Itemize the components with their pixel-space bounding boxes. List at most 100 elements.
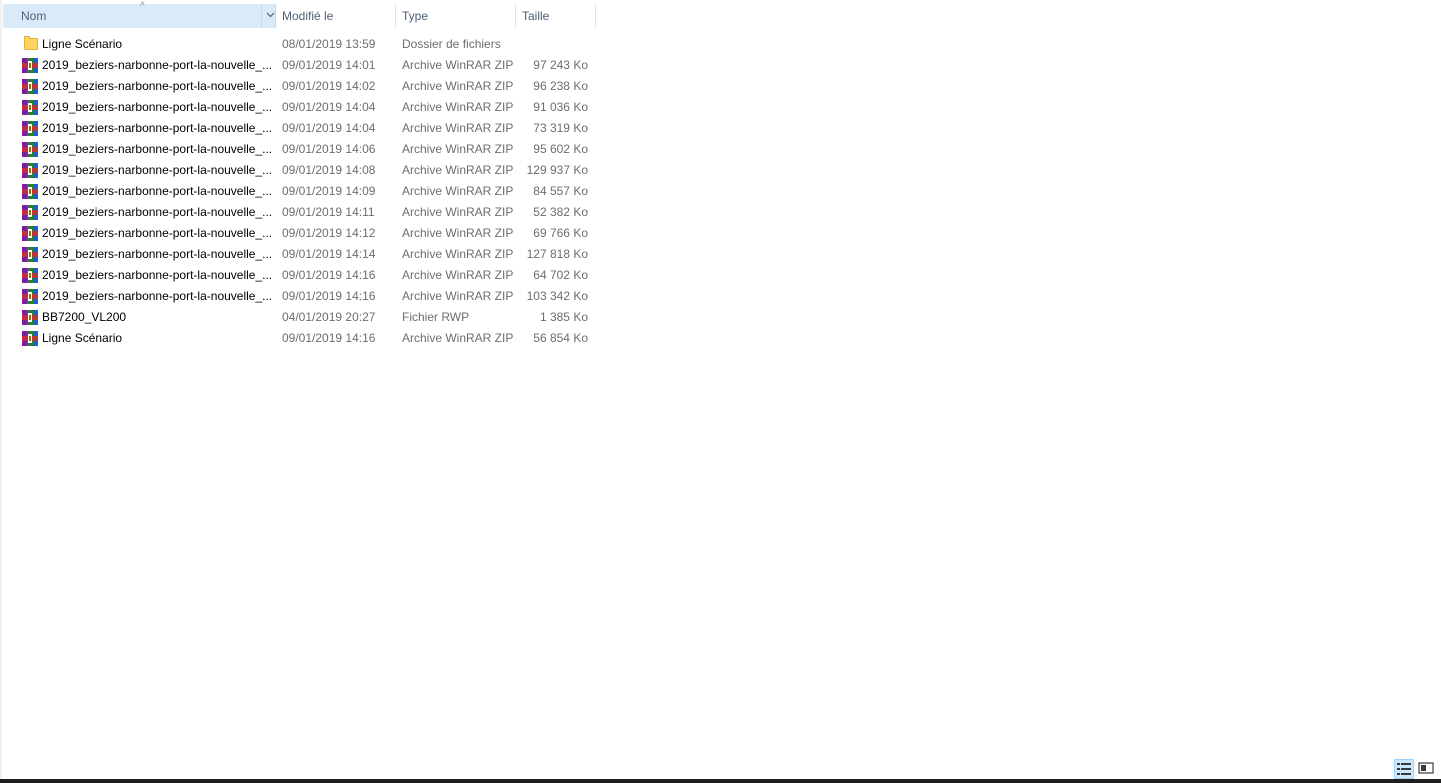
file-type: Archive WinRAR ZIP	[402, 79, 514, 93]
winrar-archive-icon	[22, 244, 38, 265]
file-type: Archive WinRAR ZIP	[402, 331, 514, 345]
file-modified-date: 09/01/2019 14:04	[282, 121, 376, 135]
file-type: Archive WinRAR ZIP	[402, 205, 514, 219]
file-row[interactable]: 2019_beziers-narbonne-port-la-nouvelle_.…	[3, 55, 597, 76]
winrar-archive-icon	[22, 307, 38, 328]
winrar-archive-icon	[22, 328, 38, 349]
column-header-size[interactable]: Taille	[516, 4, 596, 28]
sort-ascending-icon: ^	[140, 1, 145, 12]
file-size: 1 385 Ko	[539, 310, 588, 324]
large-icons-view-button[interactable]	[1417, 759, 1437, 779]
file-type: Fichier RWP	[402, 310, 470, 324]
winrar-archive-icon	[22, 55, 38, 76]
file-row[interactable]: 2019_beziers-narbonne-port-la-nouvelle_.…	[3, 244, 597, 265]
taskbar-edge	[0, 779, 1441, 783]
details-view-icon	[1397, 763, 1411, 775]
file-row[interactable]: Ligne Scénario 08/01/2019 13:59 Dossier de…	[3, 34, 597, 55]
file-modified-date: 09/01/2019 14:16	[282, 268, 376, 282]
file-name: BB7200_VL200	[42, 310, 127, 324]
file-size: 95 602 Ko	[533, 142, 588, 156]
file-size: 73 319 Ko	[533, 121, 588, 135]
file-modified-date: 09/01/2019 14:11	[282, 205, 375, 219]
column-header-size-label: Taille	[522, 9, 550, 23]
file-row[interactable]: 2019_beziers-narbonne-port-la-nouvelle_.…	[3, 286, 597, 307]
file-row[interactable]: BB7200_VL200 04/01/2019 20:27 Fichier RWP 1…	[3, 307, 597, 328]
file-size: 97 243 Ko	[533, 58, 588, 72]
file-name: 2019_beziers-narbonne-port-la-nouvelle_.…	[42, 58, 272, 72]
column-header-type-label: Type	[402, 9, 429, 23]
file-name: 2019_beziers-narbonne-port-la-nouvelle_.…	[42, 226, 272, 240]
file-name: 2019_beziers-narbonne-port-la-nouvelle_.…	[42, 184, 272, 198]
file-size: 84 557 Ko	[533, 184, 588, 198]
file-size: 103 342 Ko	[526, 289, 588, 303]
file-size	[516, 34, 588, 55]
file-modified-date: 08/01/2019 13:59	[282, 37, 376, 51]
file-row[interactable]: 2019_beziers-narbonne-port-la-nouvelle_.…	[3, 160, 597, 181]
file-size: 91 036 Ko	[533, 100, 588, 114]
file-modified-date: 09/01/2019 14:04	[282, 100, 376, 114]
file-size: 96 238 Ko	[533, 79, 588, 93]
winrar-archive-icon	[22, 97, 38, 118]
file-name: 2019_beziers-narbonne-port-la-nouvelle_.…	[42, 205, 272, 219]
file-name: 2019_beziers-narbonne-port-la-nouvelle_.…	[42, 163, 272, 177]
file-list: Ligne Scénario 08/01/2019 13:59 Dossier de…	[3, 34, 597, 349]
file-type: Archive WinRAR ZIP	[402, 247, 514, 261]
file-name: Ligne Scénario	[42, 37, 123, 51]
file-type: Archive WinRAR ZIP	[402, 142, 514, 156]
file-modified-date: 09/01/2019 14:12	[282, 226, 376, 240]
file-name: 2019_beziers-narbonne-port-la-nouvelle_.…	[42, 142, 272, 156]
file-type: Archive WinRAR ZIP	[402, 226, 514, 240]
file-modified-date: 09/01/2019 14:16	[282, 331, 376, 345]
winrar-archive-icon	[22, 76, 38, 97]
file-row[interactable]: 2019_beziers-narbonne-port-la-nouvelle_.…	[3, 181, 597, 202]
file-type: Dossier de fichiers	[402, 37, 501, 51]
file-modified-date: 09/01/2019 14:09	[282, 184, 376, 198]
file-type: Archive WinRAR ZIP	[402, 184, 514, 198]
details-view-button[interactable]	[1394, 759, 1414, 779]
file-modified-date: 04/01/2019 20:27	[282, 310, 376, 324]
file-type: Archive WinRAR ZIP	[402, 289, 514, 303]
winrar-archive-icon	[22, 118, 38, 139]
column-header-type[interactable]: Type	[396, 4, 516, 28]
column-header-name-label: Nom	[21, 9, 47, 23]
file-type: Archive WinRAR ZIP	[402, 268, 514, 282]
file-size: 127 818 Ko	[526, 247, 588, 261]
column-header-name[interactable]: ^ Nom	[3, 1, 276, 28]
folder-icon	[22, 34, 38, 55]
winrar-archive-icon	[22, 202, 38, 223]
file-type: Archive WinRAR ZIP	[402, 58, 514, 72]
file-name: Ligne Scénario	[42, 331, 123, 345]
file-type: Archive WinRAR ZIP	[402, 121, 514, 135]
file-row[interactable]: 2019_beziers-narbonne-port-la-nouvelle_.…	[3, 118, 597, 139]
file-modified-date: 09/01/2019 14:02	[282, 79, 376, 93]
file-name: 2019_beziers-narbonne-port-la-nouvelle_.…	[42, 79, 272, 93]
file-name: 2019_beziers-narbonne-port-la-nouvelle_.…	[42, 268, 272, 282]
winrar-archive-icon	[22, 223, 38, 244]
file-modified-date: 09/01/2019 14:01	[282, 58, 376, 72]
file-row[interactable]: 2019_beziers-narbonne-port-la-nouvelle_.…	[3, 202, 597, 223]
file-row[interactable]: Ligne Scénario 09/01/2019 14:16 Archive Wi…	[3, 328, 597, 349]
file-name: 2019_beziers-narbonne-port-la-nouvelle_.…	[42, 121, 272, 135]
winrar-archive-icon	[22, 160, 38, 181]
file-row[interactable]: 2019_beziers-narbonne-port-la-nouvelle_.…	[3, 265, 597, 286]
large-icons-view-icon	[1418, 762, 1434, 774]
file-modified-date: 09/01/2019 14:06	[282, 142, 376, 156]
file-row[interactable]: 2019_beziers-narbonne-port-la-nouvelle_.…	[3, 76, 597, 97]
column-header-modified[interactable]: Modifié le	[276, 4, 396, 28]
winrar-archive-icon	[22, 181, 38, 202]
file-size: 69 766 Ko	[533, 226, 588, 240]
column-header-modified-label: Modifié le	[282, 9, 334, 23]
winrar-archive-icon	[22, 139, 38, 160]
file-row[interactable]: 2019_beziers-narbonne-port-la-nouvelle_.…	[3, 97, 597, 118]
file-row[interactable]: 2019_beziers-narbonne-port-la-nouvelle_.…	[3, 223, 597, 244]
file-size: 129 937 Ko	[526, 163, 588, 177]
file-modified-date: 09/01/2019 14:14	[282, 247, 376, 261]
file-explorer-window: ^ Nom Modifié le Type Taille Ligne Scéna…	[0, 0, 1441, 783]
winrar-archive-icon	[22, 286, 38, 307]
file-row[interactable]: 2019_beziers-narbonne-port-la-nouvelle_.…	[3, 139, 597, 160]
column-header-bar: ^ Nom Modifié le Type Taille	[3, 1, 597, 28]
file-type: Archive WinRAR ZIP	[402, 163, 514, 177]
file-name: 2019_beziers-narbonne-port-la-nouvelle_.…	[42, 247, 272, 261]
file-size: 64 702 Ko	[533, 268, 588, 282]
file-size: 52 382 Ko	[533, 205, 588, 219]
